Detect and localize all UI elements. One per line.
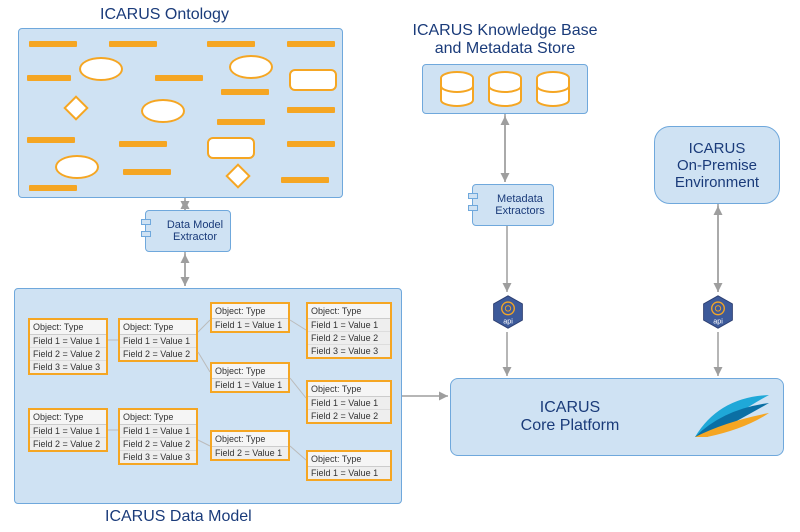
ont-bar bbox=[27, 137, 75, 143]
metadata-extractors: Metadata Extractors bbox=[472, 184, 554, 226]
object-header: Object: Type bbox=[30, 320, 106, 335]
cylinder-icon bbox=[437, 71, 477, 109]
cylinder-icon bbox=[485, 71, 525, 109]
ont-bar bbox=[29, 41, 77, 47]
onprem-l3: Environment bbox=[675, 174, 759, 191]
object-field: Field 3 = Value 3 bbox=[120, 451, 196, 463]
ont-bar bbox=[123, 169, 171, 175]
core-l1: ICARUS bbox=[540, 399, 600, 416]
object-field: Field 1 = Value 1 bbox=[212, 319, 288, 331]
object-field: Field 2 = Value 2 bbox=[30, 438, 106, 450]
ont-diamond bbox=[225, 163, 250, 188]
ont-bar bbox=[287, 141, 335, 147]
ont-bar bbox=[287, 41, 335, 47]
me-l2: Extractors bbox=[495, 205, 545, 217]
object-field: Field 1 = Value 1 bbox=[308, 397, 390, 410]
ont-bar bbox=[281, 177, 329, 183]
ont-bar bbox=[29, 185, 77, 191]
object-header: Object: Type bbox=[212, 364, 288, 379]
api-node-icon: api bbox=[490, 294, 526, 330]
object-type: Object: TypeField 1 = Value 1Field 2 = V… bbox=[28, 408, 108, 452]
ont-bar bbox=[207, 41, 255, 47]
object-field: Field 2 = Value 2 bbox=[308, 332, 390, 345]
object-field: Field 1 = Value 1 bbox=[308, 319, 390, 332]
object-type: Object: TypeField 2 = Value 1 bbox=[210, 430, 290, 461]
object-header: Object: Type bbox=[212, 432, 288, 447]
feather-icon bbox=[689, 387, 775, 447]
object-type: Object: TypeField 1 = Value 1Field 2 = V… bbox=[306, 302, 392, 359]
object-header: Object: Type bbox=[308, 382, 390, 397]
object-type: Object: TypeField 1 = Value 1 bbox=[210, 302, 290, 333]
ont-bar bbox=[155, 75, 203, 81]
object-header: Object: Type bbox=[308, 304, 390, 319]
object-field: Field 1 = Value 1 bbox=[30, 335, 106, 348]
object-type: Object: TypeField 1 = Value 1Field 2 = V… bbox=[118, 408, 198, 465]
dme-l2: Extractor bbox=[173, 231, 217, 243]
svg-text:api: api bbox=[503, 317, 513, 326]
datamodel-title: ICARUS Data Model bbox=[105, 508, 252, 526]
object-field: Field 1 = Value 1 bbox=[212, 379, 288, 391]
api-node-icon: api bbox=[700, 294, 736, 330]
object-type: Object: TypeField 1 = Value 1Field 2 = V… bbox=[306, 380, 392, 424]
ont-bar bbox=[221, 89, 269, 95]
ont-diamond bbox=[63, 95, 88, 120]
ont-roundrect bbox=[207, 137, 255, 159]
ontology-box bbox=[18, 28, 343, 198]
object-field: Field 1 = Value 1 bbox=[120, 425, 196, 438]
onprem-l1: ICARUS bbox=[689, 140, 746, 157]
ont-bar bbox=[109, 41, 157, 47]
object-header: Object: Type bbox=[308, 452, 390, 467]
object-field: Field 2 = Value 1 bbox=[212, 447, 288, 459]
ontology-title: ICARUS Ontology bbox=[100, 6, 229, 24]
object-field: Field 2 = Value 2 bbox=[120, 438, 196, 451]
ont-bar bbox=[27, 75, 71, 81]
cylinder-icon bbox=[533, 71, 573, 109]
kb-title-l2: and Metadata Store bbox=[435, 40, 576, 57]
object-field: Field 1 = Value 1 bbox=[120, 335, 196, 348]
ont-ellipse bbox=[141, 99, 185, 123]
onprem-box: ICARUS On-Premise Environment bbox=[654, 126, 780, 204]
object-field: Field 2 = Value 2 bbox=[30, 348, 106, 361]
kb-box bbox=[422, 64, 588, 114]
object-type: Object: TypeField 1 = Value 1 bbox=[306, 450, 392, 481]
core-platform-box: ICARUS Core Platform bbox=[450, 378, 784, 456]
data-model-extractor: Data Model Extractor bbox=[145, 210, 231, 252]
object-field: Field 2 = Value 2 bbox=[120, 348, 196, 360]
object-field: Field 3 = Value 3 bbox=[308, 345, 390, 357]
ont-ellipse bbox=[229, 55, 273, 79]
object-type: Object: TypeField 1 = Value 1 bbox=[210, 362, 290, 393]
object-header: Object: Type bbox=[120, 410, 196, 425]
core-l2: Core Platform bbox=[521, 417, 620, 434]
object-type: Object: TypeField 1 = Value 1Field 2 = V… bbox=[118, 318, 198, 362]
me-l1: Metadata bbox=[497, 193, 543, 205]
object-header: Object: Type bbox=[212, 304, 288, 319]
object-field: Field 1 = Value 1 bbox=[308, 467, 390, 479]
ont-ellipse bbox=[55, 155, 99, 179]
ont-roundrect bbox=[289, 69, 337, 91]
object-field: Field 1 = Value 1 bbox=[30, 425, 106, 438]
ont-bar bbox=[217, 119, 265, 125]
object-field: Field 2 = Value 2 bbox=[308, 410, 390, 422]
dme-l1: Data Model bbox=[167, 219, 223, 231]
kb-title-l1: ICARUS Knowledge Base bbox=[413, 22, 598, 39]
ont-ellipse bbox=[79, 57, 123, 81]
kb-title: ICARUS Knowledge Base and Metadata Store bbox=[395, 22, 615, 58]
ont-bar bbox=[287, 107, 335, 113]
onprem-l2: On-Premise bbox=[677, 157, 757, 174]
object-header: Object: Type bbox=[120, 320, 196, 335]
object-type: Object: TypeField 1 = Value 1Field 2 = V… bbox=[28, 318, 108, 375]
object-header: Object: Type bbox=[30, 410, 106, 425]
object-field: Field 3 = Value 3 bbox=[30, 361, 106, 373]
svg-text:api: api bbox=[713, 317, 723, 326]
ont-bar bbox=[119, 141, 167, 147]
